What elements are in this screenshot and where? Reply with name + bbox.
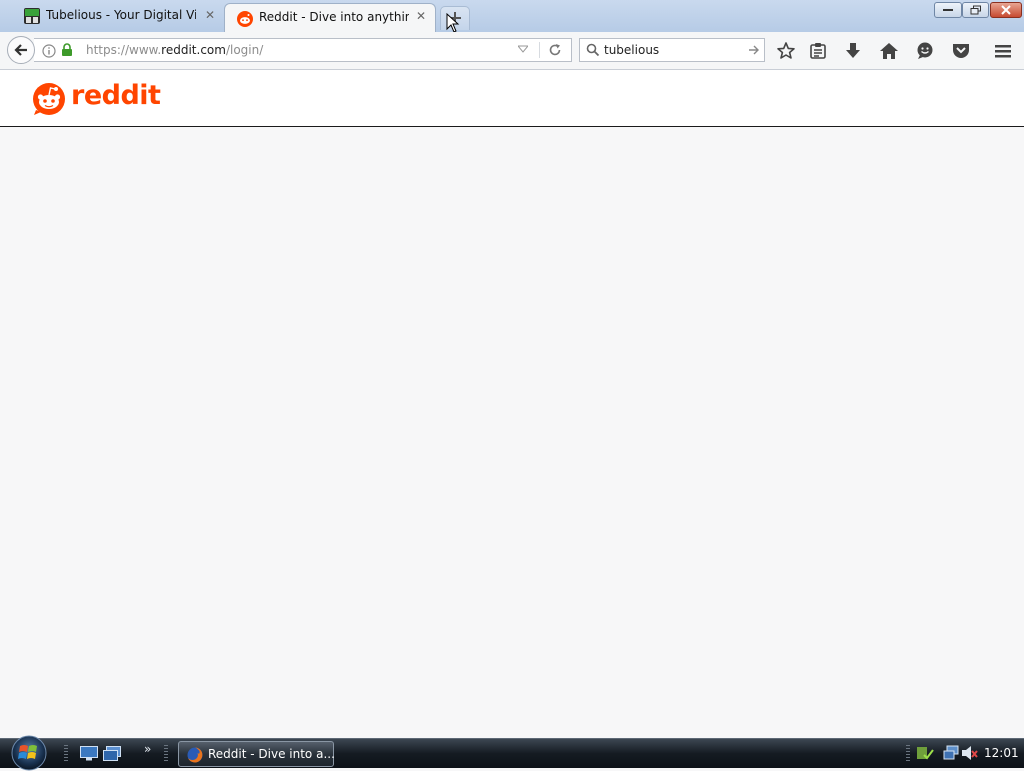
search-input[interactable] [604,42,744,58]
downloads-button[interactable] [843,41,863,61]
downloads-icon [846,43,860,58]
pocket-icon [953,44,969,58]
mouse-cursor-icon [446,13,460,33]
toolbar-grip[interactable] [164,745,168,763]
navigation-toolbar: https://www.reddit.com/login/ [0,32,1024,70]
close-icon [1001,5,1011,15]
bookmark-star-button[interactable] [776,41,796,61]
restore-button[interactable] [962,2,989,18]
minimize-button[interactable] [934,2,962,18]
network-icon[interactable] [943,745,959,761]
back-arrow-icon [14,44,27,56]
quicklaunch-more-chevron[interactable]: » [144,742,151,756]
page-content: reddit [0,70,1024,738]
reddit-wordmark[interactable]: reddit [71,80,161,111]
taskbar-button-firefox[interactable]: Reddit - Dive into a... [178,741,335,767]
security-check-tray-icon[interactable] [916,745,934,761]
url-path: /login/ [225,43,264,57]
close-window-button[interactable] [990,2,1022,18]
tubelious-favicon-icon [24,8,40,24]
close-tab-icon[interactable]: ✕ [204,9,216,21]
switch-windows-icon[interactable] [103,746,121,761]
menu-button[interactable] [993,41,1013,61]
restore-icon [970,5,981,15]
url-domain: reddit.com [161,43,226,57]
search-icon[interactable] [586,43,600,57]
pocket-button[interactable] [951,41,971,61]
back-button[interactable] [7,36,35,64]
lock-icon[interactable] [61,43,73,57]
home-button[interactable] [879,41,899,61]
close-tab-icon[interactable]: ✕ [415,10,427,22]
reddit-snoo-logo-icon[interactable] [32,82,66,116]
tab-strip: Tubelious - Your Digital Vi... ✕ Reddit … [0,0,1024,33]
url-bar[interactable]: https://www.reddit.com/login/ [34,38,572,62]
info-icon[interactable] [42,44,56,58]
bookmark-star-icon [777,42,795,59]
tray-grip [906,745,910,763]
windows-start-button-icon[interactable] [8,735,50,771]
tab-reddit[interactable]: Reddit - Dive into anything ✕ [224,3,436,32]
tab-tubelious[interactable]: Tubelious - Your Digital Vi... ✕ [12,5,224,31]
minimize-icon [943,9,953,11]
reading-list-button[interactable] [808,41,828,61]
url-text[interactable]: https://www.reddit.com/login/ [86,43,263,57]
volume-muted-icon[interactable] [961,745,979,761]
urlbar-separator [539,42,540,58]
tab-title: Reddit - Dive into anything [259,10,409,24]
search-go-arrow-icon[interactable] [748,44,760,56]
firefox-icon [187,747,203,763]
hello-chat-button[interactable] [915,41,935,61]
show-desktop-icon[interactable] [80,746,98,761]
system-clock[interactable]: 12:01 [984,746,1019,760]
home-icon [880,43,898,59]
search-bar[interactable] [579,38,765,62]
menu-icon [995,45,1011,58]
reading-list-icon [810,43,826,59]
history-dropdown-icon[interactable] [518,45,528,53]
reload-icon[interactable] [548,43,562,57]
taskbar: » Reddit - Dive into a... 12:01 [0,735,1024,771]
toolbar-grip[interactable] [64,745,68,763]
site-header: reddit [0,70,1024,127]
taskbar-button-label: Reddit - Dive into a... [208,747,335,761]
url-prefix: https://www. [86,43,162,57]
tab-title: Tubelious - Your Digital Vi... [46,8,196,22]
reddit-favicon-icon [237,11,253,27]
hello-chat-icon [917,42,933,59]
